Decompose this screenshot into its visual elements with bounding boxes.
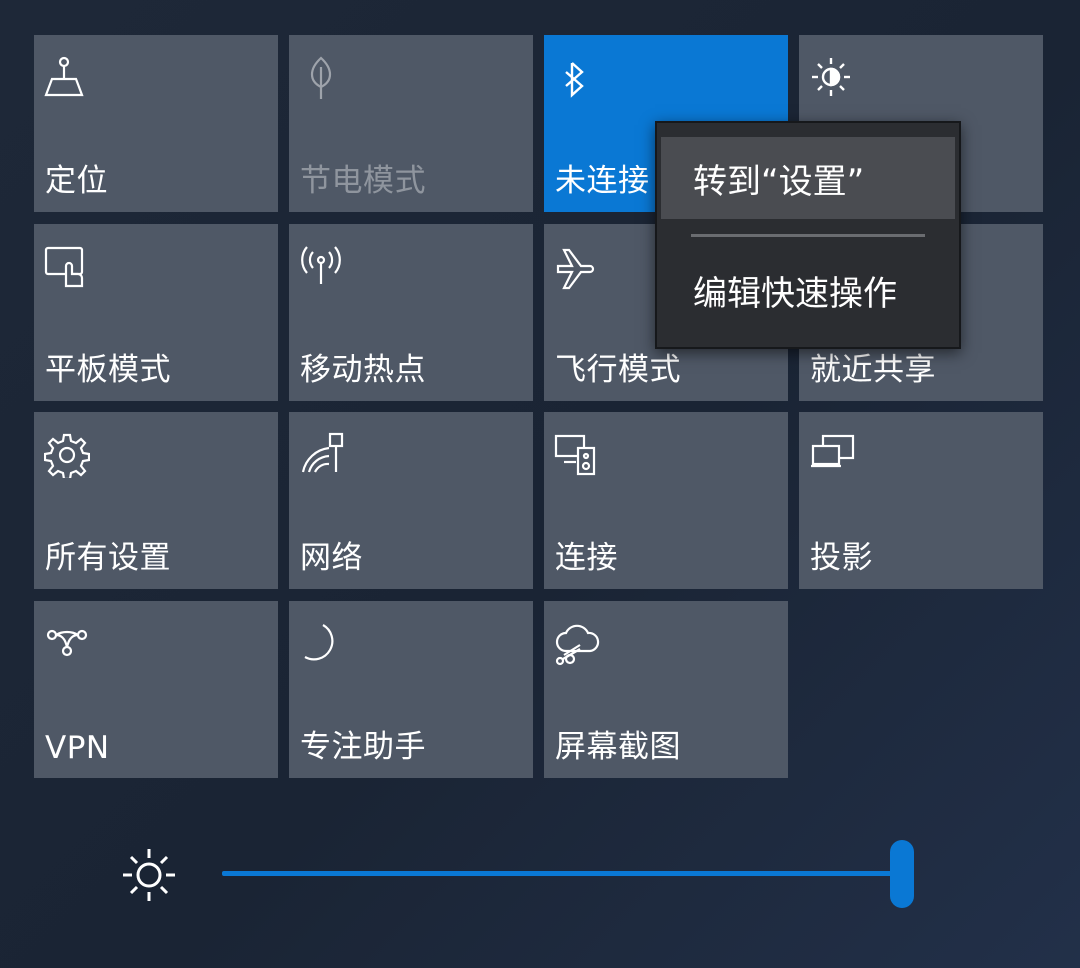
context-menu: 转到“设置” 编辑快速操作 — [655, 121, 961, 349]
tile-network[interactable]: 网络 — [289, 412, 533, 589]
tile-label: 屏幕截图 — [555, 729, 681, 765]
menu-separator — [691, 234, 925, 237]
brightness-slider[interactable] — [222, 838, 914, 910]
tile-label: 移动热点 — [300, 352, 426, 388]
tile-label: 连接 — [555, 540, 618, 576]
tile-location[interactable]: 定位 — [34, 35, 278, 212]
tile-label: 未连接 — [555, 163, 650, 199]
airplane-icon — [554, 244, 604, 294]
brightness-sun-icon — [809, 55, 859, 105]
tile-label: 专注助手 — [300, 729, 426, 765]
tile-vpn[interactable]: VPN — [34, 601, 278, 778]
tile-label: 定位 — [45, 163, 108, 199]
tile-label: 所有设置 — [45, 540, 171, 576]
network-icon — [299, 432, 349, 482]
tile-mobile-hotspot[interactable]: 移动热点 — [289, 224, 533, 401]
slider-thumb[interactable] — [890, 840, 914, 908]
sun-icon — [120, 846, 178, 904]
tile-label: 平板模式 — [45, 352, 171, 388]
tile-label: 飞行模式 — [555, 352, 681, 388]
tile-all-settings[interactable]: 所有设置 — [34, 412, 278, 589]
snip-icon — [554, 621, 604, 671]
vpn-icon — [44, 621, 94, 671]
tile-battery-saver[interactable]: 节电模式 — [289, 35, 533, 212]
edit-quick-actions-menu-item[interactable]: 编辑快速操作 — [661, 249, 955, 331]
tile-label: 投影 — [810, 540, 873, 576]
moon-icon — [299, 621, 349, 671]
tile-screen-snip[interactable]: 屏幕截图 — [544, 601, 788, 778]
gear-icon — [44, 432, 94, 482]
tablet-mode-icon — [44, 244, 94, 294]
go-to-settings-menu-item[interactable]: 转到“设置” — [661, 137, 955, 219]
leaf-icon — [299, 55, 349, 105]
tile-label: 网络 — [300, 540, 363, 576]
project-icon — [809, 432, 859, 482]
tile-label: 节电模式 — [300, 163, 426, 199]
tile-label: VPN — [45, 730, 110, 766]
hotspot-icon — [299, 244, 349, 294]
bluetooth-icon — [554, 55, 604, 105]
tile-connect[interactable]: 连接 — [544, 412, 788, 589]
tile-label: 就近共享 — [810, 352, 936, 388]
tile-project[interactable]: 投影 — [799, 412, 1043, 589]
connect-icon — [554, 432, 604, 482]
slider-track[interactable] — [222, 871, 902, 876]
location-icon — [44, 55, 94, 105]
tile-tablet-mode[interactable]: 平板模式 — [34, 224, 278, 401]
tile-focus-assist[interactable]: 专注助手 — [289, 601, 533, 778]
